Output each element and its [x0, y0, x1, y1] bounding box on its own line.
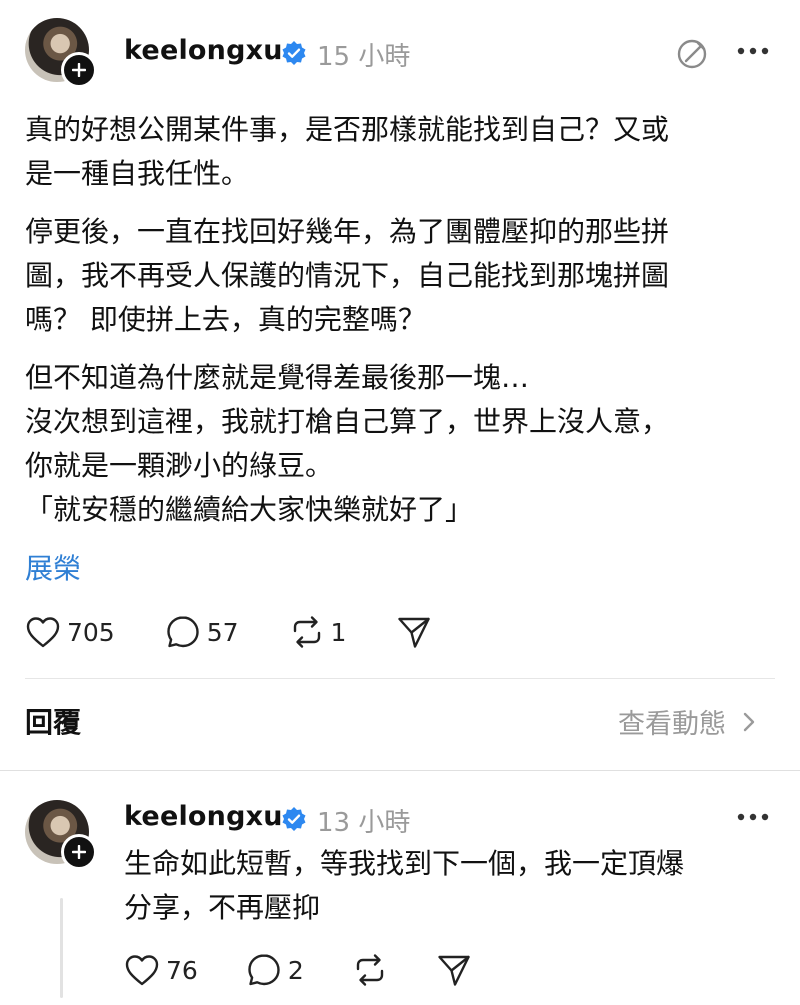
reply-avatar[interactable]	[25, 800, 97, 870]
reply-time: 13 小時	[317, 808, 411, 838]
follow-plus-icon[interactable]	[61, 52, 97, 88]
heart-icon	[26, 617, 60, 648]
view-activity-label: 查看動態	[618, 709, 726, 740]
heart-icon	[125, 955, 159, 986]
view-activity-link[interactable]: 查看動態	[618, 702, 760, 741]
replies-title: 回覆	[25, 706, 82, 739]
post-body: 真的好想公開某件事，是否那樣就能找到自己？又或 是一種自我任性。 停更後，一直在…	[25, 108, 669, 532]
verified-badge-icon	[282, 807, 306, 831]
comment-button[interactable]: 2	[246, 952, 304, 988]
repost-button[interactable]	[352, 952, 388, 988]
share-send-icon	[438, 955, 470, 986]
more-options-icon[interactable]	[737, 812, 769, 822]
follow-plus-icon[interactable]	[61, 834, 97, 870]
reply-body: 生命如此短暫，等我找到下一個，我一定頂爆 分享，不再壓抑	[124, 842, 684, 930]
comment-count: 57	[206, 617, 239, 647]
reply-username[interactable]: keelongxu	[124, 801, 283, 832]
reply-paragraph: 生命如此短暫，等我找到下一個，我一定頂爆 分享，不再壓抑	[124, 847, 685, 924]
like-button[interactable]: 705	[25, 615, 115, 649]
share-send-icon	[398, 617, 431, 648]
chevron-right-icon	[743, 712, 755, 731]
translate-icon[interactable]	[676, 37, 710, 71]
post-time: 15 小時	[317, 42, 411, 72]
comment-button[interactable]: 57	[165, 614, 239, 650]
avatar[interactable]	[25, 18, 97, 88]
comment-icon	[167, 616, 199, 648]
share-button[interactable]	[396, 614, 432, 650]
comment-count: 2	[287, 955, 304, 985]
post-username[interactable]: keelongxu	[124, 35, 283, 66]
thread-line	[60, 898, 63, 998]
share-button[interactable]	[436, 952, 472, 988]
post-paragraph: 停更後，一直在找回好幾年，為了團體壓抑的那些拼 圖，我不再受人保護的情況下，自己…	[25, 215, 670, 336]
comment-icon	[248, 954, 280, 986]
post-paragraph: 真的好想公開某件事，是否那樣就能找到自己？又或 是一種自我任性。	[25, 113, 670, 190]
post-paragraph: 但不知道為什麼就是覺得差最後那一塊… 沒次想到這裡，我就打槍自己算了，世界上沒人…	[25, 361, 670, 526]
repost-icon	[356, 954, 383, 986]
divider	[0, 770, 800, 771]
repost-icon	[293, 616, 320, 648]
like-count: 705	[67, 617, 115, 647]
post-actions: 705 57 1	[25, 614, 432, 650]
repost-count: 1	[330, 617, 347, 647]
repost-button[interactable]: 1	[289, 614, 347, 650]
like-count: 76	[166, 955, 198, 985]
like-button[interactable]: 76	[124, 953, 198, 987]
more-options-icon[interactable]	[737, 46, 769, 56]
verified-badge-icon	[282, 41, 306, 65]
hashtag-link[interactable]: 展榮	[25, 547, 81, 587]
reply-actions: 76 2	[124, 952, 472, 988]
divider	[25, 678, 775, 679]
